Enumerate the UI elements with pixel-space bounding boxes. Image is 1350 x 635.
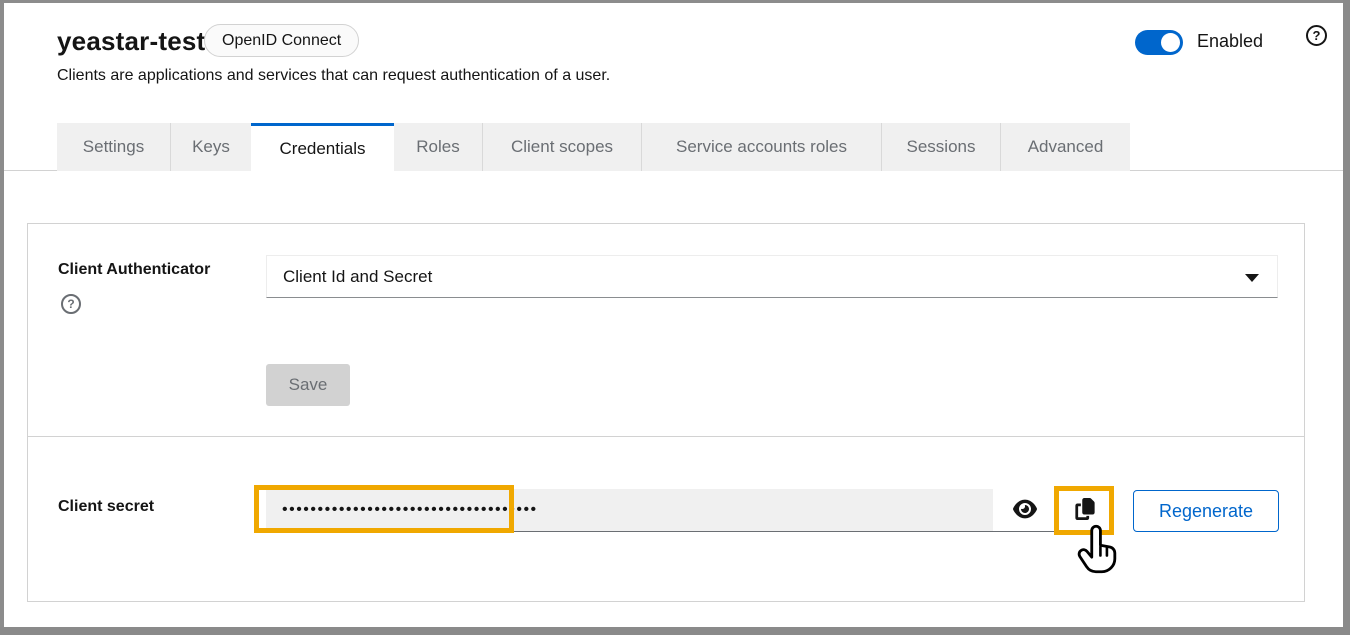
client-authenticator-selected-value: Client Id and Secret [283, 267, 432, 287]
protocol-badge: OpenID Connect [204, 24, 359, 57]
eye-icon [1013, 497, 1037, 524]
client-secret-input-group: •••••••••••••••••••••••••••••••••••• [266, 489, 1114, 532]
window-border-right [1343, 0, 1350, 635]
window-border-top [0, 0, 1350, 3]
client-authenticator-label: Client Authenticator [58, 261, 210, 279]
toggle-knob [1161, 33, 1180, 52]
client-details-window: yeastar-test OpenID Connect Clients are … [0, 0, 1350, 635]
client-secret-label: Client secret [58, 498, 154, 516]
tab-keys[interactable]: Keys [170, 123, 251, 171]
section-divider [28, 436, 1304, 437]
tab-settings[interactable]: Settings [57, 123, 170, 171]
tab-sessions[interactable]: Sessions [881, 123, 1000, 171]
enabled-toggle[interactable] [1135, 30, 1183, 55]
tab-service-accounts-roles[interactable]: Service accounts roles [641, 123, 881, 171]
tab-client-scopes[interactable]: Client scopes [482, 123, 641, 171]
save-button[interactable]: Save [266, 364, 350, 406]
copy-secret-button[interactable] [1056, 489, 1114, 531]
client-secret-value[interactable]: •••••••••••••••••••••••••••••••••••• [266, 489, 993, 531]
page-subtitle: Clients are applications and services th… [57, 67, 610, 85]
page-title: yeastar-test [57, 26, 205, 57]
window-border-bottom [0, 627, 1350, 635]
window-border-left [0, 0, 4, 635]
client-tabs: Settings Keys Credentials Roles Client s… [57, 123, 1130, 171]
show-secret-button[interactable] [993, 489, 1056, 531]
tab-roles[interactable]: Roles [394, 123, 482, 171]
enabled-toggle-label: Enabled [1197, 31, 1263, 52]
caret-down-icon [1245, 274, 1259, 282]
credentials-panel: Client Authenticator ? Client Id and Sec… [27, 223, 1305, 602]
question-circle-icon[interactable]: ? [1306, 25, 1327, 46]
tab-advanced[interactable]: Advanced [1000, 123, 1130, 171]
regenerate-button[interactable]: Regenerate [1133, 490, 1279, 532]
tab-credentials[interactable]: Credentials [251, 123, 394, 171]
question-circle-icon[interactable]: ? [61, 294, 81, 314]
copy-icon [1074, 498, 1096, 523]
client-authenticator-select[interactable]: Client Id and Secret [266, 255, 1278, 298]
